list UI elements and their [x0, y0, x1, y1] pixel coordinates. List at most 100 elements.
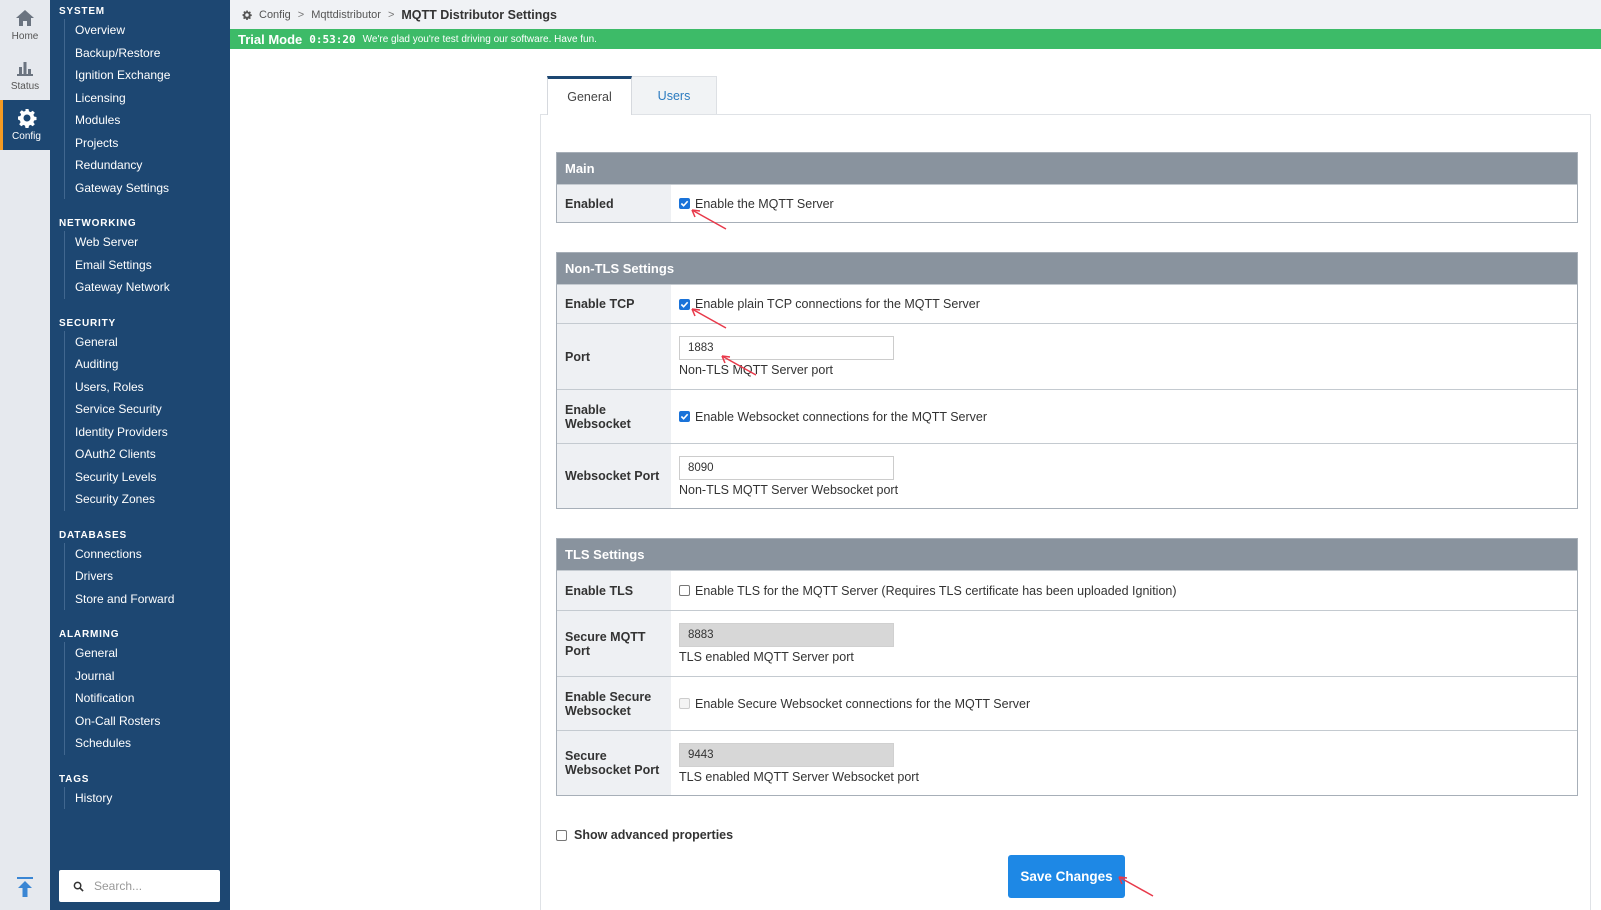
enable-websocket-checkbox-label[interactable]: Enable Websocket connections for the MQT…	[695, 410, 987, 424]
rail-home[interactable]: Home	[0, 0, 50, 50]
secure-websocket-port-label: Secure Websocket Port	[557, 731, 671, 795]
enable-secure-websocket-row: Enable Secure Websocket Enable Secure We…	[557, 676, 1577, 730]
port-hint: Non-TLS MQTT Server port	[679, 363, 833, 377]
sidebar-item-gateway-settings[interactable]: Gateway Settings	[75, 177, 230, 200]
search-input[interactable]	[94, 879, 204, 893]
search-icon	[73, 881, 84, 892]
sidebar-item-security-zones[interactable]: Security Zones	[75, 488, 230, 511]
rail-config[interactable]: Config	[0, 100, 50, 150]
websocket-port-hint: Non-TLS MQTT Server Websocket port	[679, 482, 899, 497]
enable-secure-websocket-label: Enable Secure Websocket	[557, 677, 671, 730]
sidebar-item-general[interactable]: General	[75, 642, 230, 665]
advanced-properties-label[interactable]: Show advanced properties	[574, 828, 733, 842]
enable-tcp-checkbox[interactable]	[679, 298, 690, 310]
secure-port-row: Secure MQTT Port TLS enabled MQTT Server…	[557, 610, 1577, 676]
enabled-row: Enabled Enable the MQTT Server	[557, 184, 1577, 222]
tab-general[interactable]: General	[547, 76, 632, 115]
secure-port-label: Secure MQTT Port	[557, 611, 671, 676]
breadcrumb-separator: >	[387, 8, 395, 21]
rail-status-label: Status	[10, 81, 40, 92]
non-tls-section: Non-TLS Settings Enable TCP Enable plain…	[556, 252, 1578, 509]
sidebar-item-identity-providers[interactable]: Identity Providers	[75, 421, 230, 444]
sidebar-section-security: SECURITY	[59, 317, 116, 329]
trial-banner: Trial Mode 0:53:20 We're glad you're tes…	[230, 29, 1601, 49]
enable-tcp-checkbox-label[interactable]: Enable plain TCP connections for the MQT…	[695, 297, 980, 311]
rail-home-label: Home	[11, 31, 39, 42]
enable-secure-websocket-checkbox-label: Enable Secure Websocket connections for …	[695, 696, 1031, 711]
enable-tls-checkbox[interactable]	[679, 585, 690, 596]
sidebar-item-notification[interactable]: Notification	[75, 687, 230, 710]
scroll-to-top-icon	[17, 877, 33, 897]
enable-websocket-checkbox[interactable]	[679, 411, 690, 422]
enable-websocket-row: Enable Websocket Enable Websocket connec…	[557, 389, 1577, 443]
page-title: MQTT Distributor Settings	[401, 7, 557, 22]
sidebar-section-networking: NETWORKING	[59, 218, 137, 229]
sidebar-item-projects[interactable]: Projects	[75, 132, 230, 155]
sidebar-section-list: Connections Drivers Store and Forward	[64, 542, 230, 611]
save-changes-button[interactable]: Save Changes	[1008, 855, 1125, 898]
sidebar-section-tags: TAGS	[59, 773, 90, 785]
breadcrumb-config-link[interactable]: Config	[259, 9, 291, 21]
sidebar-item-auditing[interactable]: Auditing	[75, 353, 230, 376]
secure-websocket-port-hint: TLS enabled MQTT Server Websocket port	[679, 769, 919, 784]
sidebar-item-security-levels[interactable]: Security Levels	[75, 466, 230, 489]
breadcrumb-parent-link[interactable]: Mqttdistributor	[311, 9, 381, 21]
enable-secure-websocket-checkbox	[679, 698, 690, 709]
port-row: Port Non-TLS MQTT Server port	[557, 323, 1577, 389]
sidebar-item-drivers[interactable]: Drivers	[75, 565, 230, 588]
sidebar-item-gateway-network[interactable]: Gateway Network	[75, 276, 230, 299]
sidebar-item-store-and-forward[interactable]: Store and Forward	[75, 588, 230, 611]
scroll-top-button[interactable]	[0, 876, 50, 898]
sidebar-item-on-call-rosters[interactable]: On-Call Rosters	[75, 710, 230, 733]
enable-tls-row: Enable TLS Enable TLS for the MQTT Serve…	[557, 570, 1577, 610]
enable-tls-checkbox-label[interactable]: Enable TLS for the MQTT Server (Requires…	[695, 584, 1177, 598]
sidebar-item-backup-restore[interactable]: Backup/Restore	[75, 42, 230, 65]
sidebar-section-list: History	[64, 786, 230, 810]
sidebar-item-ignition-exchange[interactable]: Ignition Exchange	[75, 64, 230, 87]
trial-mode-label: Trial Mode	[238, 31, 303, 47]
sidebar-section-list: Web Server Email Settings Gateway Network	[64, 231, 230, 299]
websocket-port-row: Websocket Port Non-TLS MQTT Server Webso…	[557, 443, 1577, 508]
sidebar-section-list: General Journal Notification On-Call Roster…	[64, 642, 230, 755]
settings-tabs: General Users	[547, 76, 717, 115]
sidebar-search[interactable]	[59, 870, 220, 902]
enable-websocket-label: Enable Websocket	[557, 390, 671, 443]
sidebar-item-web-server[interactable]: Web Server	[75, 231, 230, 254]
secure-websocket-port-row: Secure Websocket Port TLS enabled MQTT S…	[557, 730, 1577, 795]
gear-icon	[242, 10, 252, 20]
sidebar-item-history[interactable]: History	[75, 787, 230, 810]
enable-tcp-row: Enable TCP Enable plain TCP connections …	[557, 284, 1577, 323]
tls-section-header: TLS Settings	[557, 539, 1577, 570]
home-icon	[16, 10, 34, 26]
main-section: Main Enabled Enable the MQTT Server	[556, 152, 1578, 223]
port-input[interactable]	[679, 336, 894, 360]
websocket-port-input[interactable]	[679, 455, 894, 480]
config-sidebar: SYSTEM Overview Backup/Restore Ignition Exc…	[50, 0, 230, 910]
enabled-checkbox[interactable]	[679, 198, 690, 209]
sidebar-item-journal[interactable]: Journal	[75, 665, 230, 688]
rail-status[interactable]: Status	[0, 50, 50, 100]
sidebar-item-overview[interactable]: Overview	[75, 19, 230, 42]
enable-tls-label: Enable TLS	[557, 571, 671, 610]
websocket-port-label: Websocket Port	[557, 444, 671, 508]
tab-users[interactable]: Users	[632, 76, 717, 115]
breadcrumb-separator: >	[297, 8, 305, 21]
sidebar-item-licensing[interactable]: Licensing	[75, 87, 230, 110]
enabled-checkbox-label[interactable]: Enable the MQTT Server	[695, 197, 834, 211]
sidebar-section-alarming: ALARMING	[59, 629, 120, 640]
sidebar-item-schedules[interactable]: Schedules	[75, 732, 230, 755]
advanced-properties-checkbox[interactable]	[556, 829, 567, 841]
sidebar-item-general[interactable]: General	[75, 331, 230, 354]
sidebar-item-users-roles[interactable]: Users, Roles	[75, 376, 230, 399]
port-label: Port	[557, 324, 671, 389]
sidebar-item-service-security[interactable]: Service Security	[75, 398, 230, 421]
sidebar-item-oauth2-clients[interactable]: OAuth2 Clients	[75, 443, 230, 466]
enable-tcp-label: Enable TCP	[557, 285, 671, 323]
sidebar-item-email-settings[interactable]: Email Settings	[75, 254, 230, 277]
sidebar-item-modules[interactable]: Modules	[75, 109, 230, 132]
main-section-header: Main	[557, 153, 1577, 184]
sidebar-section-system: SYSTEM	[59, 6, 105, 17]
sidebar-item-connections[interactable]: Connections	[75, 543, 230, 566]
sidebar-item-redundancy[interactable]: Redundancy	[75, 154, 230, 177]
rail-config-label: Config	[12, 131, 41, 142]
